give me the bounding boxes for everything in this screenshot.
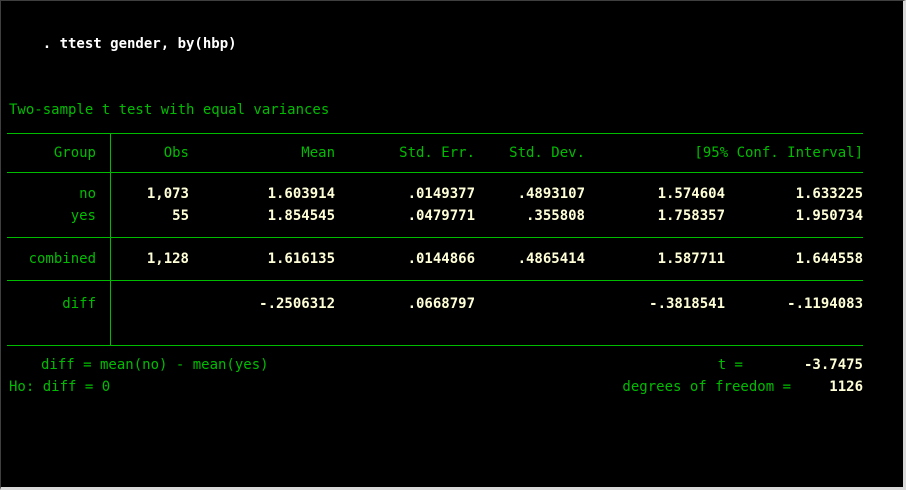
mean-value: 1.603914 bbox=[267, 186, 335, 202]
ci-low-value: 1.587711 bbox=[657, 251, 725, 267]
ci-high-value: 1.644558 bbox=[795, 251, 863, 267]
obs-value: 55 bbox=[172, 208, 189, 224]
df-label: degrees of freedom = bbox=[622, 379, 791, 395]
group-label: yes bbox=[7, 205, 111, 237]
col-header-group: Group bbox=[7, 134, 111, 172]
std-err-value: .0149377 bbox=[407, 186, 475, 202]
obs-value: 1,073 bbox=[146, 186, 189, 202]
std-dev-value: .355808 bbox=[525, 208, 585, 224]
ci-high-value: -.1194083 bbox=[787, 296, 863, 312]
hypothesis-right-column: Ha: diff > 0 Pr(T > t) =0.9999 bbox=[578, 450, 863, 487]
table-row-diff: diff -.2506312 .0668797 -.3818541 -.1194… bbox=[7, 281, 863, 345]
test-title: Two-sample t test with equal variances bbox=[9, 102, 330, 118]
hypothesis-middle-column: Ha: diff != 0 Pr(|T| > |t|) =0.0002 bbox=[292, 450, 577, 487]
table-header-row: Group Obs Mean Std. Err. Std. Dev. [95% … bbox=[7, 134, 863, 172]
group-label: combined bbox=[7, 238, 111, 280]
ttest-table: Group Obs Mean Std. Err. Std. Dev. [95% … bbox=[7, 133, 863, 346]
std-dev-value bbox=[475, 281, 585, 345]
std-err-value: .0668797 bbox=[407, 296, 475, 312]
stata-results-console: . ttest gender, by(hbp) Two-sample t tes… bbox=[0, 0, 906, 490]
command-text: . ttest gender, by(hbp) bbox=[42, 36, 237, 52]
diff-formula-line: diff = mean(no) - mean(yes) t = -3.7475 bbox=[7, 354, 863, 376]
table-row-yes: yes 55 1.854545 .0479771 .355808 1.75835… bbox=[7, 205, 863, 237]
t-label: t = bbox=[717, 357, 743, 373]
std-err-value: .0479771 bbox=[407, 208, 475, 224]
col-header-std-err: Std. Err. bbox=[399, 145, 475, 161]
mean-value: 1.854545 bbox=[267, 208, 335, 224]
hypothesis-left-column: Ha: diff < 0 Pr(T < t) =0.0001 bbox=[7, 450, 292, 487]
obs-value: 1,128 bbox=[146, 251, 189, 267]
t-statistic: t = -3.7475 bbox=[718, 354, 863, 376]
group-label: diff bbox=[7, 281, 111, 345]
group-label: no bbox=[7, 173, 111, 205]
table-row-combined: combined 1,128 1.616135 .0144866 .486541… bbox=[7, 238, 863, 280]
col-header-obs: Obs bbox=[163, 145, 189, 161]
ci-low-value: -.3818541 bbox=[649, 296, 725, 312]
col-header-conf-interval: [95% Conf. Interval] bbox=[694, 145, 863, 161]
null-hypothesis-line: Ho: diff = 0 degrees of freedom = 1126 bbox=[7, 376, 863, 398]
degrees-of-freedom: degrees of freedom = 1126 bbox=[622, 376, 863, 398]
null-hypothesis: Ho: diff = 0 bbox=[9, 379, 111, 395]
command-line: . ttest gender, by(hbp) bbox=[7, 11, 903, 77]
table-bottom-rule bbox=[7, 345, 863, 346]
diff-formula: diff = mean(no) - mean(yes) bbox=[41, 357, 269, 373]
mean-value: -.2506312 bbox=[259, 296, 335, 312]
col-header-std-dev: Std. Dev. bbox=[509, 145, 585, 161]
table-row-no: no 1,073 1.603914 .0149377 .4893107 1.57… bbox=[7, 173, 863, 205]
ci-low-value: 1.758357 bbox=[657, 208, 725, 224]
ci-high-value: 1.633225 bbox=[795, 186, 863, 202]
alternative-hypotheses-section: Ha: diff < 0 Pr(T < t) =0.0001 Ha: diff … bbox=[7, 450, 863, 487]
std-dev-value: .4893107 bbox=[517, 186, 585, 202]
t-value: -3.7475 bbox=[803, 357, 863, 373]
df-value: 1126 bbox=[829, 379, 863, 395]
ci-low-value: 1.574604 bbox=[657, 186, 725, 202]
obs-value bbox=[111, 281, 189, 345]
ci-high-value: 1.950734 bbox=[795, 208, 863, 224]
mean-value: 1.616135 bbox=[267, 251, 335, 267]
col-header-mean: Mean bbox=[301, 145, 335, 161]
std-err-value: .0144866 bbox=[407, 251, 475, 267]
std-dev-value: .4865414 bbox=[517, 251, 585, 267]
